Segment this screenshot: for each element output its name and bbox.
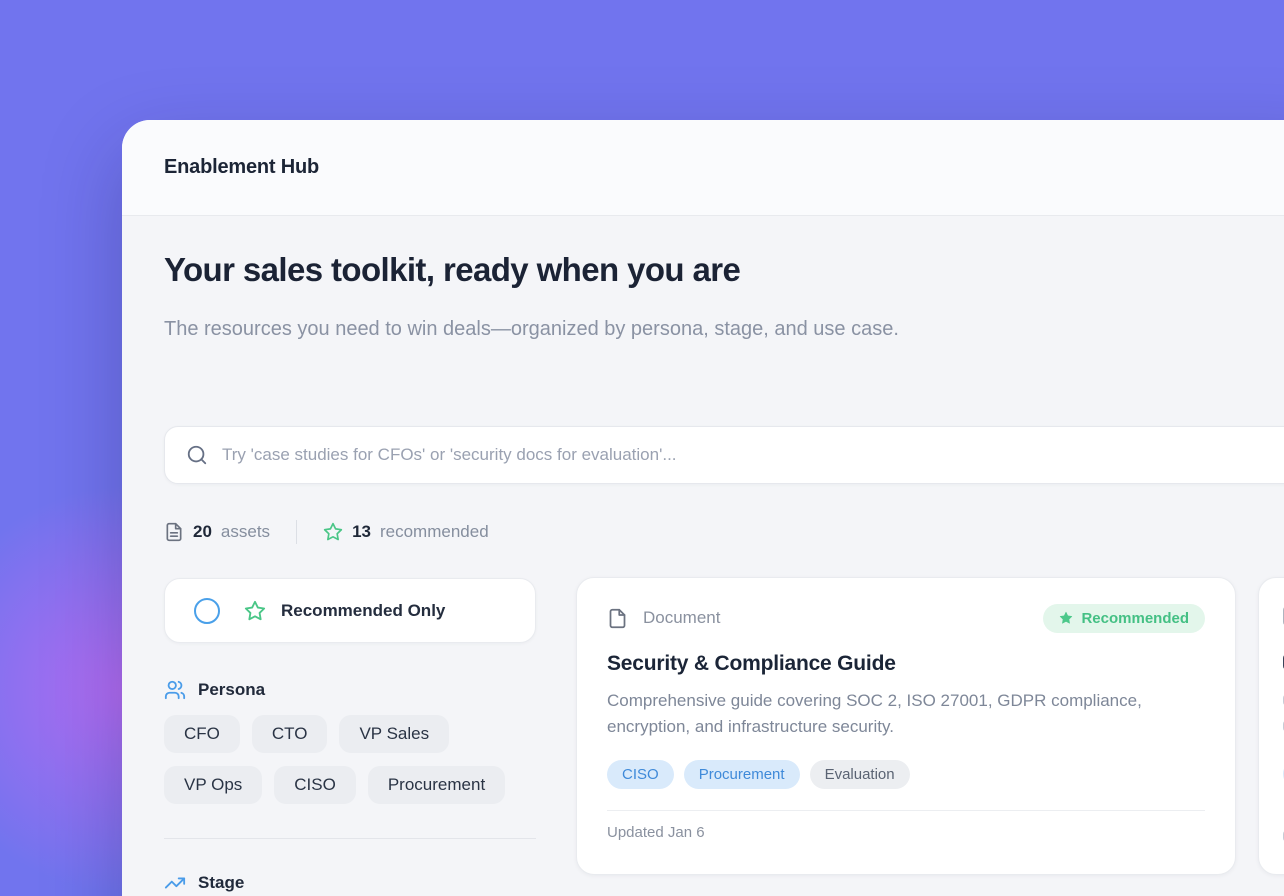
search-input[interactable] — [222, 445, 1284, 465]
persona-chip-cfo[interactable]: CFO — [164, 715, 240, 753]
recommended-stat: 13 recommended — [323, 522, 489, 542]
stats-divider — [296, 520, 297, 544]
app-title: Enablement Hub — [164, 156, 319, 179]
asset-card-partial[interactable] — [1258, 577, 1284, 875]
trending-up-icon — [164, 872, 186, 894]
persona-chip-vp-sales[interactable]: VP Sales — [339, 715, 449, 753]
sidebar-divider — [164, 838, 536, 839]
recommended-only-toggle[interactable]: Recommended Only — [164, 578, 536, 643]
search-icon — [186, 444, 208, 466]
assets-stat: 20 assets — [164, 522, 270, 542]
persona-filter-header: Persona — [164, 679, 536, 701]
hero-subtitle: The resources you need to win deals—orga… — [164, 314, 994, 345]
card-type-label: Document — [643, 608, 720, 628]
document-icon — [607, 608, 628, 629]
star-icon — [244, 600, 266, 622]
search-bar[interactable] — [164, 426, 1284, 484]
tag-procurement[interactable]: Procurement — [684, 760, 800, 789]
card-footer-divider — [607, 810, 1205, 811]
filters-sidebar: Recommended Only Persona CFO CTO VP Sale… — [164, 576, 536, 894]
tag-evaluation[interactable]: Evaluation — [810, 760, 910, 789]
persona-chip-list: CFO CTO VP Sales VP Ops CISO Procurement — [164, 715, 536, 804]
persona-chip-vp-ops[interactable]: VP Ops — [164, 766, 262, 804]
card-title: Security & Compliance Guide — [607, 652, 1205, 676]
card-type-row: Document Recommended — [607, 603, 1205, 633]
recommended-badge: Recommended — [1043, 604, 1205, 633]
stage-filter-title: Stage — [198, 873, 244, 893]
persona-chip-ciso[interactable]: CISO — [274, 766, 356, 804]
persona-chip-cto[interactable]: CTO — [252, 715, 328, 753]
assets-count: 20 — [193, 522, 212, 542]
asset-card-security-compliance-guide[interactable]: Document Recommended Security & Complian… — [576, 577, 1236, 875]
star-icon — [323, 522, 343, 542]
recommended-only-label: Recommended Only — [281, 601, 445, 621]
recommended-badge-label: Recommended — [1081, 610, 1189, 627]
toggle-circle-icon[interactable] — [194, 598, 220, 624]
persona-chip-procurement[interactable]: Procurement — [368, 766, 505, 804]
card-tag-list: CISO Procurement Evaluation — [607, 760, 1205, 789]
file-text-icon — [164, 522, 184, 542]
stage-filter-header: Stage — [164, 872, 536, 894]
recommended-count: 13 — [352, 522, 371, 542]
card-updated-date: Updated Jan 6 — [607, 824, 1205, 841]
stats-row: 20 assets 13 recommended — [164, 518, 489, 546]
recommended-label: recommended — [380, 522, 489, 542]
tag-ciso[interactable]: CISO — [607, 760, 674, 789]
users-icon — [164, 679, 186, 701]
purple-background: Enablement Hub Your sales toolkit, ready… — [0, 0, 1284, 896]
hero-title: Your sales toolkit, ready when you are — [164, 251, 740, 289]
enablement-hub-panel: Enablement Hub Your sales toolkit, ready… — [122, 120, 1284, 896]
assets-label: assets — [221, 522, 270, 542]
persona-filter-title: Persona — [198, 680, 265, 700]
panel-header: Enablement Hub — [122, 120, 1284, 216]
card-description: Comprehensive guide covering SOC 2, ISO … — [607, 688, 1197, 741]
